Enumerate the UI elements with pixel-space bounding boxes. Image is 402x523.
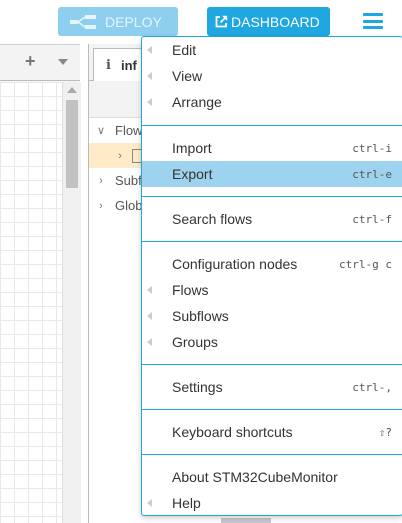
app-root: DEPLOY DASHBOARD + i inf ∨ Flow › › Subf… [0, 0, 402, 523]
hamburger-icon [363, 13, 383, 16]
submenu-caret-icon [147, 72, 152, 80]
info-icon: i [106, 57, 111, 73]
menu-item-groups[interactable]: Groups [142, 329, 402, 355]
workspace: + [0, 44, 81, 523]
menu-item-arrange[interactable]: Arrange [142, 89, 402, 115]
menu-item-flows[interactable]: Flows [142, 277, 402, 303]
menu-item-configuration-nodes[interactable]: Configuration nodes ctrl-g c [142, 251, 402, 277]
menu-item-subflows[interactable]: Subflows [142, 303, 402, 329]
menu-divider [142, 196, 402, 197]
sidebar-scrollbar-thumb[interactable] [221, 518, 271, 523]
menu-item-search-flows[interactable]: Search flows ctrl-f [142, 206, 402, 232]
menu-item-view[interactable]: View [142, 63, 402, 89]
tab-info-label: inf [120, 57, 137, 73]
shortcut-label: ⇧? [378, 425, 392, 439]
menu-item-settings[interactable]: Settings ctrl-, [142, 374, 402, 400]
scroll-up-icon[interactable] [67, 87, 77, 93]
shortcut-label: ctrl-i [352, 141, 392, 155]
tree-item-label: Subf [115, 173, 142, 188]
submenu-caret-icon [147, 499, 152, 507]
add-flow-tab-button[interactable]: + [25, 51, 36, 72]
dashboard-label: DASHBOARD [231, 13, 320, 30]
shortcut-label: ctrl-f [352, 212, 392, 226]
deploy-label: DEPLOY [105, 13, 162, 30]
menu-item-help[interactable]: Help [142, 490, 402, 516]
submenu-caret-icon [147, 98, 152, 106]
tree-item-label: Flow [115, 123, 143, 138]
menu-item-about[interactable]: About STM32CubeMonitor [142, 464, 402, 490]
submenu-caret-icon [147, 338, 152, 346]
menu-divider [142, 241, 402, 242]
chevron-right-icon[interactable]: › [95, 200, 107, 212]
shortcut-label: ctrl-, [352, 380, 392, 394]
menu-divider [142, 364, 402, 365]
submenu-caret-icon [147, 46, 152, 54]
workspace-scrollbar[interactable] [62, 82, 81, 523]
chevron-down-icon[interactable]: ∨ [95, 124, 107, 137]
chevron-down-icon[interactable] [58, 59, 68, 65]
menu-divider [142, 125, 402, 126]
deploy-icon [70, 14, 96, 29]
submenu-caret-icon [147, 312, 152, 320]
scrollbar-thumb[interactable] [66, 100, 78, 188]
shortcut-label: ctrl-e [352, 167, 392, 181]
menu-divider [142, 454, 402, 455]
menu-item-export[interactable]: Export ctrl-e [142, 161, 402, 187]
workspace-canvas[interactable] [0, 82, 62, 523]
deploy-button[interactable]: DEPLOY [58, 7, 178, 36]
chevron-right-icon[interactable]: › [114, 150, 126, 162]
main-menu-button[interactable] [362, 11, 384, 31]
dashboard-button[interactable]: DASHBOARD [207, 7, 330, 36]
workspace-tabbar: + [0, 45, 80, 81]
shortcut-label: ctrl-g c [339, 257, 392, 271]
chevron-right-icon[interactable]: › [95, 175, 107, 187]
menu-divider [142, 409, 402, 410]
menu-item-keyboard-shortcuts[interactable]: Keyboard shortcuts ⇧? [142, 419, 402, 445]
external-link-icon [215, 15, 228, 28]
tree-item-label: Glob [115, 198, 143, 213]
submenu-caret-icon [147, 286, 152, 294]
main-menu-dropdown: Edit View Arrange Import ctrl-i Export c… [141, 36, 402, 516]
menu-item-import[interactable]: Import ctrl-i [142, 135, 402, 161]
menu-item-edit[interactable]: Edit [142, 37, 402, 63]
